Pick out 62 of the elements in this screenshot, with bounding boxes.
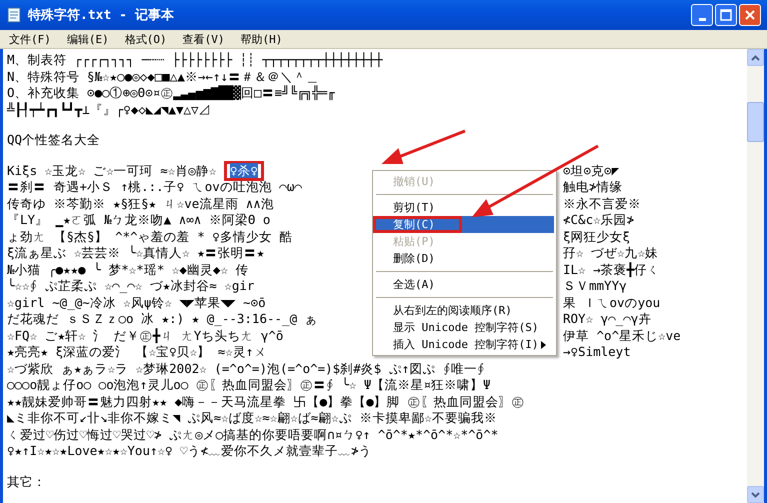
close-button[interactable] xyxy=(739,4,761,26)
text-line: ξ流ぁ星ぶ ☆芸芸※ ╰☆真情人☆ ★〓张明〓★ xyxy=(7,245,264,260)
menu-item[interactable]: 文件(F) xyxy=(2,32,58,46)
scroll-thumb[interactable] xyxy=(747,102,764,142)
scrollbar[interactable] xyxy=(747,49,764,503)
caret-down-icon xyxy=(751,492,760,498)
text-line: ○○○o靓ょ仔o○ ○o泡泡↑灵儿o○ ㊣〖热血同盟会〗㊣〓∮ ╰☆ Ψ【流※星¤狂※啸】Ψ xyxy=(7,377,491,394)
text-line: ☆girl ~@_@~冷冰 ☆风ψ铃☆ ◥◤苹果◥◤ ~⊙ō xyxy=(7,294,266,310)
text-line: ☆づ紫欣 ぁ★ぁラ☆ラ ☆梦琳2002☆ (=^o^=)泡(=^o^=)$刹#炎$ ぷ↑図ぷ ∮唯一∮ xyxy=(7,360,485,377)
text-line: O、补充收集 ⊙●○①⊕◎Θ⊙¤㊣▂▃▄▅▆▇██▓回□〓≡╝╚╔╗╬═╓ xyxy=(7,85,335,102)
text-line: →♀Simleyt xyxy=(563,344,631,360)
context-menu-item[interactable]: 剪切(T) xyxy=(375,199,554,216)
text-line: M、制表符 ┌┌┌┌┐┐┐┐ ─┄┈ ├├├├├├├├ ┆┊ ┬┬┬┬┬┬┬┬┼┼┼┼┼┼┼┼ xyxy=(7,52,383,68)
context-menu-item[interactable]: 显示 Unicode 控制字符(S) xyxy=(375,319,554,336)
text-line: だ花魂だ ｓＳＺｚ○o 冰 ★:) ★ @_--3:16--_@ ぁ xyxy=(7,311,318,326)
text-line: ＳＶmmΥΥγ xyxy=(563,278,627,294)
text-line: 『LY』 ▁★ㄛ弧 №ㄅ龙※吻▲ ∧∞∧ ※阿梁Θ o xyxy=(7,212,270,227)
context-menu-item[interactable]: 全选(A) xyxy=(375,276,554,293)
menu-item[interactable]: 编辑(E) xyxy=(60,32,116,46)
text-line: ★亮亮★ ξ深蓝の爱氵 【☆宝♀贝☆】 ≈☆灵↑ㄨ xyxy=(7,344,266,359)
text-line: ROY☆ γ⌒_⌒γ卉 xyxy=(563,311,652,328)
text-line: ≮C&c☆乐园≯ xyxy=(563,212,634,228)
text-line: ょ劲ㄤ 【§杰§】 ^*^ゃ羞の羞 * ♀多情少女 酷 xyxy=(7,228,292,244)
text-line: N、特殊符号 §№☆★○●◎◇◆□■△▲※→←↑↓〓＃＆＠＼＾＿ xyxy=(7,68,319,85)
text-line: Kiξs ☆玉龙☆ ご☆一可珂 ≈☆肖◎静☆ xyxy=(7,162,218,178)
notepad-icon xyxy=(6,7,22,23)
text-line: ξ网狂少女ξ xyxy=(563,228,630,245)
text-line: IL☆ →茶褒╋仔ㄑ xyxy=(563,262,660,278)
text-line: ╰☆☆∮ ぷ芷柔ぷ ☆⌒_⌒☆ づ★冰封谷≈ ☆gir xyxy=(7,278,254,293)
text-line: ♀★↑I☆★☆★Love★☆★☆You↑☆♀ ♡う≮﹏爱你不久メ就壹辈子﹏≯う xyxy=(7,443,372,460)
window-title: 特殊字符.txt - 记事本 xyxy=(28,6,174,24)
text-line: №小猫 ╭●★★● ╰ 梦*☆*瑶* ☆◆幽灵◆☆ 传 xyxy=(7,262,249,276)
text-line: 孖☆ づぜ☆九☆妹 xyxy=(563,245,658,262)
selected-text: ♀杀♀ xyxy=(230,162,258,178)
text-line: 其它： xyxy=(7,474,46,490)
context-menu-item[interactable]: 删除(D) xyxy=(375,250,554,267)
text-line: 传奇ゆ ※芩勤※ ★§狂§★ ㄐ☆ve流星雨 ∧∧泡 xyxy=(7,196,274,210)
text-line: ☆FQ☆ ご★轩☆ 氵 だ￥㊣╋ㄐ ㄤΥち头ちㄤ γ^ō xyxy=(7,328,284,342)
menu-item[interactable]: 帮助(H) xyxy=(234,32,290,46)
text-line: ※永不言爱※ xyxy=(563,196,641,212)
scroll-up-button[interactable] xyxy=(747,49,764,66)
menu-item[interactable]: 查看(V) xyxy=(176,32,232,46)
text-line: 伊草 ^o^星禾じ☆ve xyxy=(563,328,681,344)
close-icon xyxy=(744,9,756,21)
text-line: ㄑ爱过♡伤过♡悔过♡哭过♡≯ ぷㄤ◎メ○搞基的你要唔要啊∩¤ㄅ♀↑ ^ō^*★*^ō^*☆*^ō^* xyxy=(7,426,498,443)
text-line: QQ个性签名大全 xyxy=(7,132,100,148)
menu-item[interactable]: 格式(O) xyxy=(118,32,174,46)
scroll-down-button[interactable] xyxy=(747,486,764,503)
text-line: 〓刹〓 奇遇+小Ｓ ↑桃.:.子♀ ㄟovの吐泡泡 ⌒ω⌒ xyxy=(7,179,302,194)
text-line: ★★靓妹爱帅哥〓魅力四射★★ ◆嗨－－天马流星拳 卐【●】拳【●】脚 ㊣〖热血同盟会〗㊣ xyxy=(7,394,524,410)
text-line: 触电≯情缘 xyxy=(563,179,623,196)
maximize-button[interactable] xyxy=(715,4,737,26)
text-line: ⊙坦⊙克⊙◤ xyxy=(563,162,620,179)
text-line: ╩┠┦┯┷┏┓┗┛┳⊥『』┌♀◆◇◣◢◥▲▼△▽⊿ xyxy=(7,102,212,118)
text-line: 果 Ｉㄟovのyou xyxy=(563,294,660,311)
context-menu-item[interactable]: 插入 Unicode 控制字符(I) xyxy=(375,336,554,353)
context-menu-item[interactable]: 从右到左的阅读顺序(R) xyxy=(375,302,554,319)
maximize-icon xyxy=(720,9,732,21)
caret-up-icon xyxy=(751,54,760,60)
minimize-button[interactable] xyxy=(691,4,713,26)
minimize-icon xyxy=(698,18,706,20)
text-line: ◣ミ非你不可↙卝↘非你不嫁ミ◥ ぷ风≈☆ば度☆≈☆翩☆ば≈翩☆ぷ ※卡摸卑鄙☆不要骗我※ xyxy=(7,410,497,426)
